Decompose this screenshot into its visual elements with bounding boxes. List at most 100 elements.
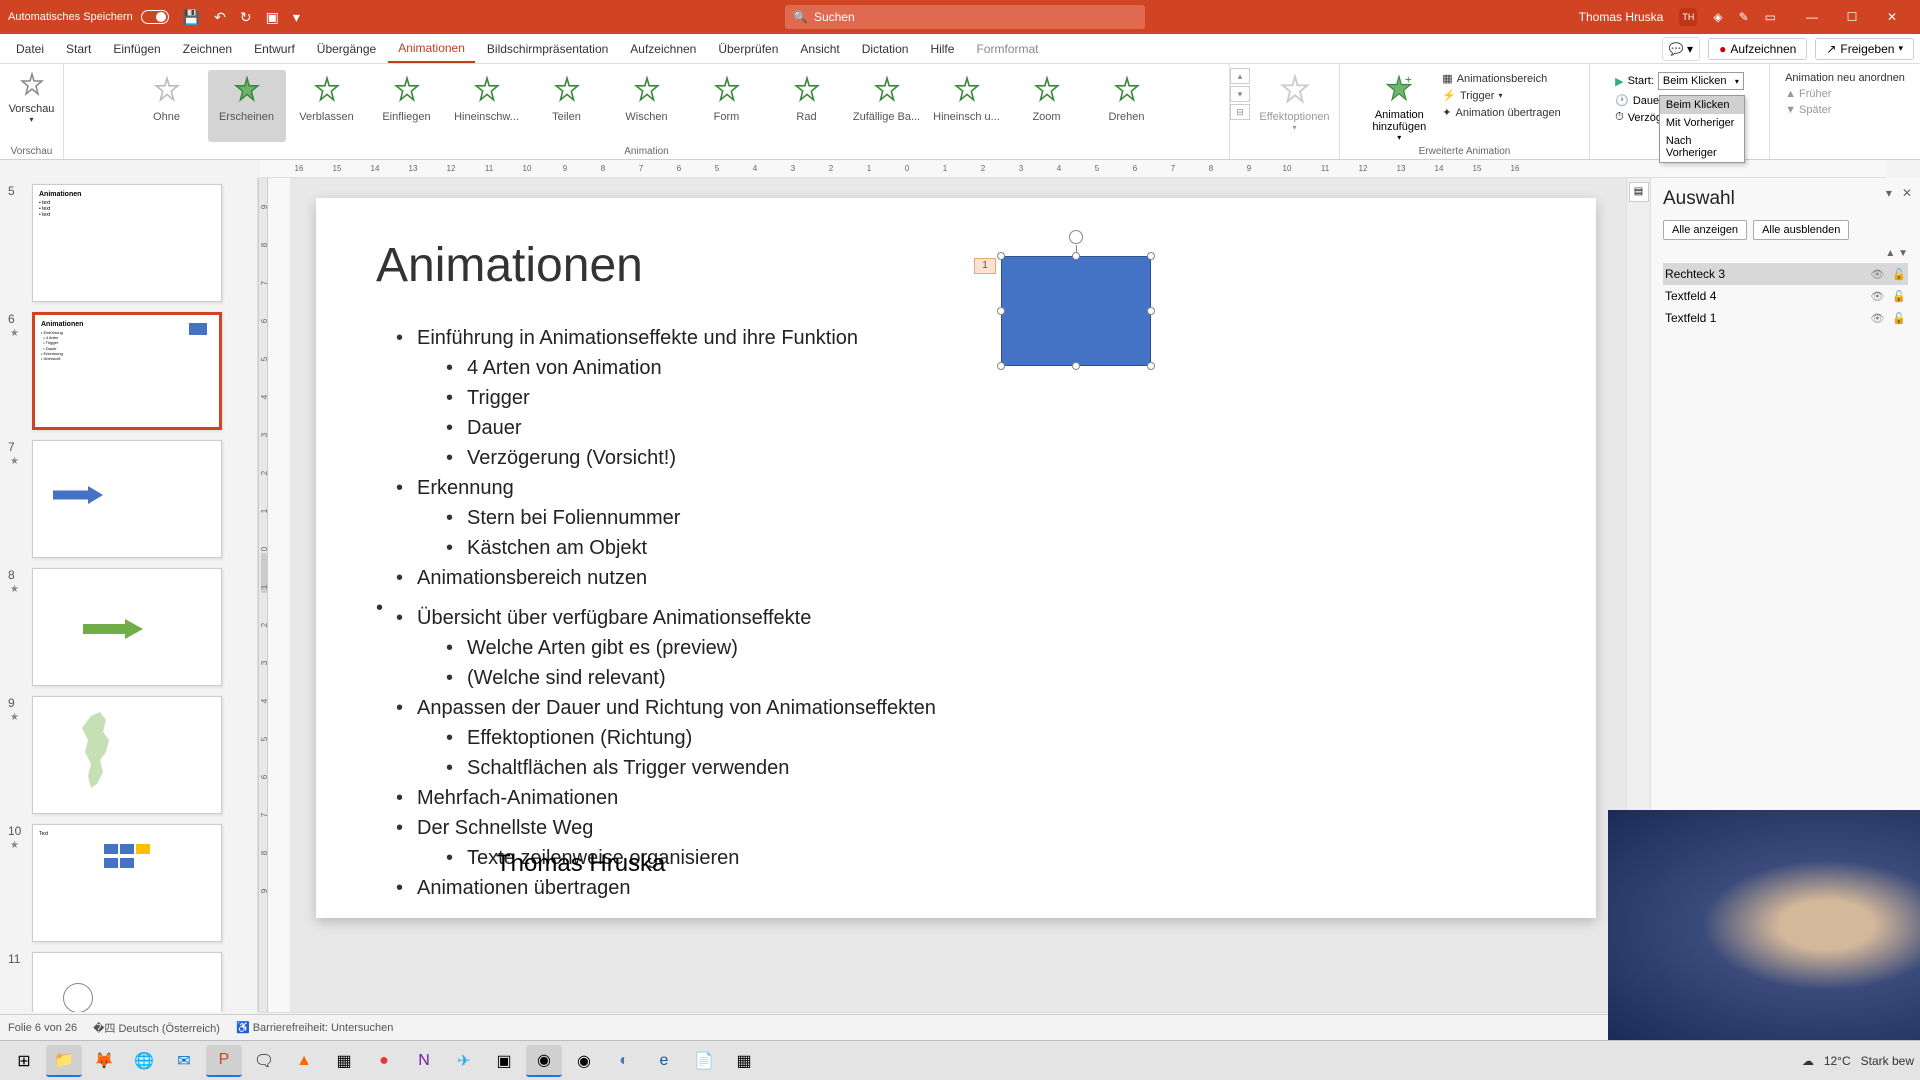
animation-order-tag[interactable]: 1	[974, 258, 996, 274]
comments-button[interactable]: 💬 ▾	[1662, 37, 1700, 61]
tb-edge[interactable]: e	[646, 1045, 682, 1077]
anim-zuflligeba[interactable]: Zufällige Ba...	[848, 70, 926, 142]
tab-zeichnen[interactable]: Zeichnen	[173, 36, 242, 62]
tab-ueberpruefen[interactable]: Überprüfen	[708, 36, 788, 62]
move-down-icon[interactable]: ▼	[1898, 248, 1908, 259]
show-all-button[interactable]: Alle anzeigen	[1663, 220, 1747, 240]
anim-erscheinen[interactable]: Erscheinen	[208, 70, 286, 142]
slide-title[interactable]: Animationen	[376, 238, 1536, 293]
tab-animationen[interactable]: Animationen	[388, 35, 475, 63]
user-name[interactable]: Thomas Hruska	[1579, 10, 1664, 24]
start-opt-beim-klicken[interactable]: Beim Klicken	[1660, 96, 1744, 114]
slide-body[interactable]: Einführung in Animationseffekte und ihre…	[376, 323, 1536, 903]
search-bar[interactable]: 🔍	[785, 5, 1145, 29]
resize-handle-nw[interactable]	[997, 252, 1005, 260]
resize-handle-ne[interactable]	[1147, 252, 1155, 260]
search-input[interactable]	[814, 10, 1137, 24]
close-button[interactable]: ✕	[1872, 7, 1912, 27]
share-button[interactable]: ↗Freigeben▾	[1815, 38, 1914, 60]
resize-handle-se[interactable]	[1147, 362, 1155, 370]
tab-start[interactable]: Start	[56, 36, 101, 62]
start-button[interactable]: ⊞	[6, 1045, 42, 1077]
user-avatar[interactable]: TH	[1679, 8, 1697, 26]
thumb-11[interactable]	[32, 952, 222, 1012]
anim-verblassen[interactable]: Verblassen	[288, 70, 366, 142]
visibility-icon[interactable]: 👁	[1870, 290, 1884, 303]
resize-handle-e[interactable]	[1147, 307, 1155, 315]
anim-form[interactable]: Form	[688, 70, 766, 142]
resize-handle-sw[interactable]	[997, 362, 1005, 370]
pane-dropdown-icon[interactable]: ▾	[1886, 186, 1892, 200]
minimize-button[interactable]: —	[1792, 7, 1832, 27]
hide-all-button[interactable]: Alle ausblenden	[1753, 220, 1849, 240]
tb-app-1[interactable]: 🗨	[246, 1045, 282, 1077]
selection-item-0[interactable]: Rechteck 3👁🔓	[1663, 263, 1908, 285]
anim-rad[interactable]: Rad	[768, 70, 846, 142]
tray-weather-text[interactable]: Stark bew	[1861, 1054, 1914, 1068]
a11y-check[interactable]: ♿ Barrierefreiheit: Untersuchen	[236, 1021, 393, 1034]
trigger-button[interactable]: ⚡Trigger▾	[1442, 89, 1560, 102]
rectangle-fill[interactable]	[1001, 256, 1151, 366]
tab-einfuegen[interactable]: Einfügen	[103, 36, 170, 62]
side-toggle-top[interactable]: ▤	[1629, 182, 1649, 202]
pane-close-icon[interactable]: ✕	[1902, 186, 1912, 200]
anim-hineinschu[interactable]: Hineinsch u...	[928, 70, 1006, 142]
tb-chrome[interactable]: 🌐	[126, 1045, 162, 1077]
tb-app-8[interactable]: ▦	[726, 1045, 762, 1077]
tb-obs[interactable]: ◉	[526, 1045, 562, 1077]
diamond-icon[interactable]: ◈	[1713, 10, 1722, 24]
thumb-9[interactable]	[32, 696, 222, 814]
tb-telegram[interactable]: ✈	[446, 1045, 482, 1077]
tab-aufzeichnen[interactable]: Aufzeichnen	[620, 36, 706, 62]
window-icon[interactable]: ▭	[1765, 10, 1776, 24]
lock-icon[interactable]: 🔓	[1892, 268, 1906, 281]
animation-painter-button[interactable]: ✦Animation übertragen	[1442, 106, 1560, 119]
selection-item-1[interactable]: Textfeld 4👁🔓	[1663, 285, 1908, 307]
tb-powerpoint[interactable]: P	[206, 1045, 242, 1077]
thumb-5[interactable]: Animationen• text• text• text	[32, 184, 222, 302]
tb-firefox[interactable]: 🦊	[86, 1045, 122, 1077]
lock-icon[interactable]: 🔓	[1892, 312, 1906, 325]
thumb-7[interactable]	[32, 440, 222, 558]
tb-app-2[interactable]: ▦	[326, 1045, 362, 1077]
tab-ansicht[interactable]: Ansicht	[790, 36, 849, 62]
tab-dictation[interactable]: Dictation	[852, 36, 919, 62]
record-button[interactable]: ●Aufzeichnen	[1708, 38, 1807, 60]
preview-button[interactable]: Vorschau ▾	[5, 68, 59, 124]
rotate-handle[interactable]	[1069, 230, 1083, 244]
tab-hilfe[interactable]: Hilfe	[920, 36, 964, 62]
anim-ohne[interactable]: Ohne	[128, 70, 206, 142]
tab-bildschirm[interactable]: Bildschirmpräsentation	[477, 36, 618, 62]
thumb-6[interactable]: Animationen• Einführung • 4 Arten • Trig…	[32, 312, 222, 430]
anim-zoom[interactable]: Zoom	[1008, 70, 1086, 142]
tb-vlc[interactable]: ▲	[286, 1045, 322, 1077]
autosave-switch[interactable]	[141, 10, 169, 24]
tb-app-7[interactable]: 📄	[686, 1045, 722, 1077]
tab-uebergaenge[interactable]: Übergänge	[307, 36, 386, 62]
start-dropdown[interactable]: Beim Klicken▾ Beim Klicken Mit Vorherige…	[1658, 72, 1744, 90]
anim-einfliegen[interactable]: Einfliegen	[368, 70, 446, 142]
start-opt-mit-vorheriger[interactable]: Mit Vorheriger	[1660, 114, 1744, 132]
redo-icon[interactable]: ↻	[240, 9, 252, 26]
add-animation-button[interactable]: + Animation hinzufügen ▾	[1362, 68, 1436, 142]
pen-icon[interactable]: ✎	[1739, 10, 1749, 24]
qat-more-icon[interactable]: ▾	[293, 9, 300, 26]
thumb-10[interactable]: Text	[32, 824, 222, 942]
anim-teilen[interactable]: Teilen	[528, 70, 606, 142]
tray-temp[interactable]: 12°C	[1824, 1054, 1851, 1068]
save-icon[interactable]: 💾	[183, 9, 200, 26]
lock-icon[interactable]: 🔓	[1892, 290, 1906, 303]
anim-hineinschw[interactable]: Hineinschw...	[448, 70, 526, 142]
tab-formformat[interactable]: Formformat	[966, 36, 1048, 62]
resize-handle-w[interactable]	[997, 307, 1005, 315]
visibility-icon[interactable]: 👁	[1870, 268, 1884, 281]
lang-indicator[interactable]: �四 Deutsch (Österreich)	[93, 1020, 220, 1036]
tb-app-4[interactable]: ▣	[486, 1045, 522, 1077]
visibility-icon[interactable]: 👁	[1870, 312, 1884, 325]
resize-handle-n[interactable]	[1072, 252, 1080, 260]
slide-counter[interactable]: Folie 6 von 26	[8, 1022, 77, 1034]
slide-author[interactable]: Thomas Hruska	[496, 850, 665, 878]
thumb-8[interactable]	[32, 568, 222, 686]
tab-entwurf[interactable]: Entwurf	[244, 36, 305, 62]
tb-app-5[interactable]: ◉	[566, 1045, 602, 1077]
